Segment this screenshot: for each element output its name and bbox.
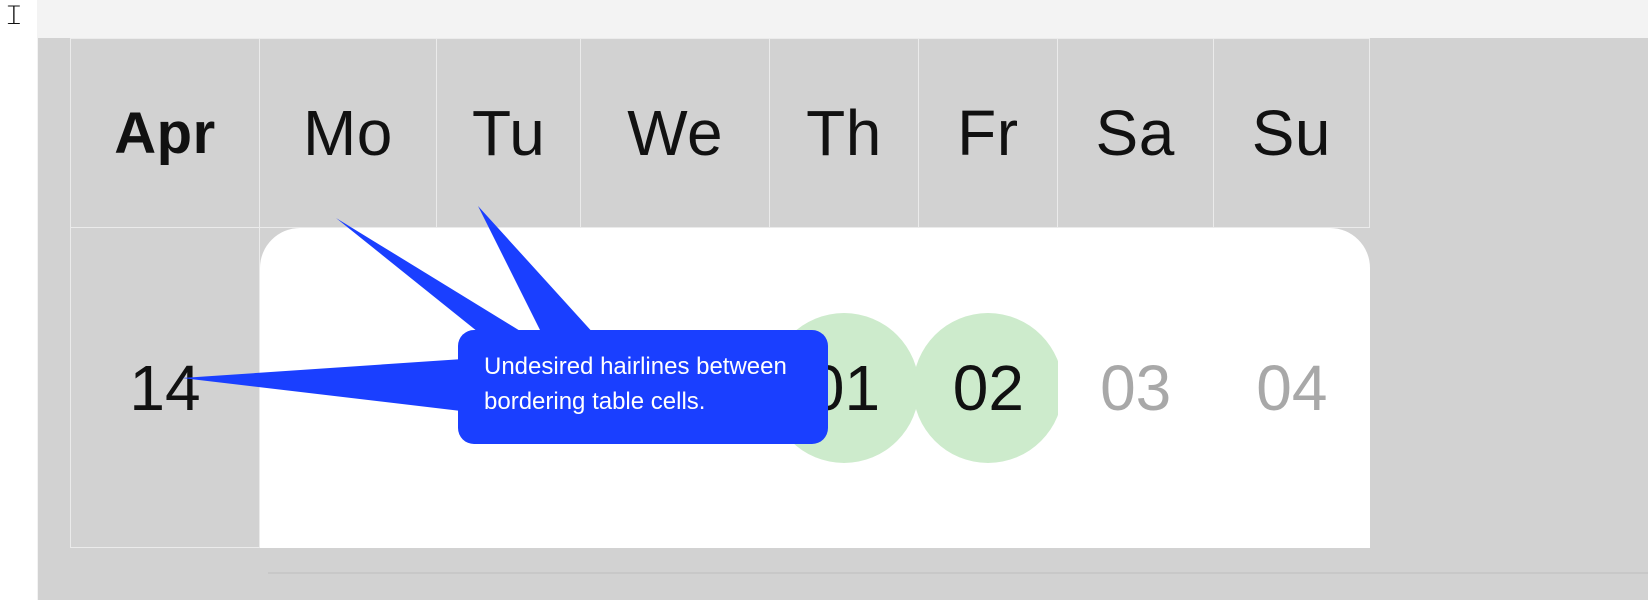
day-background — [260, 228, 437, 548]
day-cell-fr[interactable]: 02 — [919, 228, 1058, 548]
text-cursor-icon: 𝙸 — [4, 0, 24, 32]
main-area: Apr Mo Tu We Th Fr Sa Su 14 — [38, 0, 1648, 600]
annotation-text: Undesired hairlines between bordering ta… — [484, 353, 787, 415]
day-header-fr: Fr — [919, 38, 1058, 228]
day-header-tu: Tu — [437, 38, 582, 228]
calendar-header-row: Apr Mo Tu We Th Fr Sa Su — [70, 38, 1370, 228]
day-number: 04 — [1214, 351, 1370, 425]
row-divider — [268, 572, 1648, 574]
day-cell-sa[interactable]: 03 — [1058, 228, 1214, 548]
week-number[interactable]: 14 — [70, 228, 260, 548]
day-cell-su[interactable]: 04 — [1214, 228, 1370, 548]
day-number: 03 — [1058, 351, 1214, 425]
annotation-callout[interactable]: Undesired hairlines between bordering ta… — [458, 330, 828, 444]
day-header-mo: Mo — [260, 38, 437, 228]
day-header-we: We — [581, 38, 769, 228]
day-cell-mo[interactable] — [260, 228, 437, 548]
day-number: 02 — [919, 351, 1058, 425]
calendar-table: Apr Mo Tu We Th Fr Sa Su 14 — [70, 38, 1370, 548]
day-header-sa: Sa — [1058, 38, 1214, 228]
day-header-th: Th — [770, 38, 919, 228]
calendar-container: Apr Mo Tu We Th Fr Sa Su 14 — [38, 38, 1648, 600]
left-margin — [0, 0, 38, 600]
month-header[interactable]: Apr — [70, 38, 260, 228]
day-header-su: Su — [1214, 38, 1370, 228]
toolbar — [38, 0, 1648, 38]
app-root: 𝙸 Apr Mo Tu We Th Fr Sa Su 14 — [0, 0, 1648, 600]
